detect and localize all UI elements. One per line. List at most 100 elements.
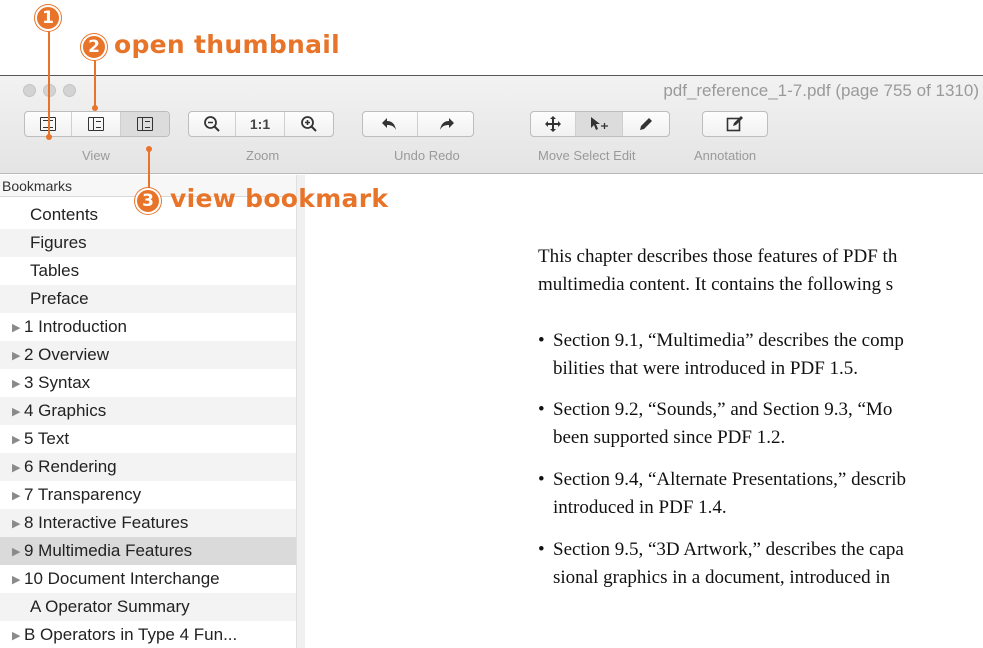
bookmark-item[interactable]: Preface <box>0 285 296 313</box>
bookmark-label: Figures <box>30 233 87 252</box>
bullet-paragraph: • Section 9.1, “Multimedia” describes the… <box>538 327 983 383</box>
bullet-paragraph: • Section 9.2, “Sounds,” and Section 9.3,… <box>538 396 983 452</box>
select-cursor-icon <box>591 117 608 130</box>
tool-mode-group <box>530 111 670 137</box>
bookmark-item[interactable]: ▶ 3 Syntax <box>0 369 296 397</box>
bookmarks-sidebar: Bookmarks Contents Figures Tables Prefac… <box>0 175 305 648</box>
zoom-in-button[interactable] <box>285 112 333 136</box>
disclosure-triangle-icon[interactable]: ▶ <box>12 370 24 397</box>
zoom-group-label: Zoom <box>246 148 280 163</box>
select-tool-button[interactable] <box>576 112 623 136</box>
bookmark-item[interactable]: Figures <box>0 229 296 257</box>
bullet-icon: • <box>538 330 545 351</box>
annotate-icon <box>726 116 743 132</box>
actual-size-button[interactable]: 1:1 <box>236 112 285 136</box>
close-window-button[interactable] <box>23 84 36 97</box>
zoom-out-button[interactable] <box>189 112 237 136</box>
zoom-window-button[interactable] <box>63 84 76 97</box>
callout-3-leader <box>148 150 150 190</box>
disclosure-triangle-icon[interactable]: ▶ <box>12 314 24 341</box>
undo-button[interactable] <box>363 112 419 136</box>
disclosure-triangle-icon[interactable]: ▶ <box>12 622 24 648</box>
bullet-line: Section 9.4, “Alternate Presentations,” … <box>553 469 906 490</box>
tool-mode-label: Move Select Edit <box>538 148 636 163</box>
bullet-paragraph: • Section 9.4, “Alternate Presentations,”… <box>538 466 983 522</box>
bookmark-item[interactable]: ▶ 1 Introduction <box>0 313 296 341</box>
bookmark-label: 4 Graphics <box>24 401 107 420</box>
annotation-label: Annotation <box>694 148 757 163</box>
callout-1-leader <box>48 24 50 139</box>
callout-3-badge: 3 <box>135 188 161 214</box>
bookmark-label: 3 Syntax <box>24 373 91 392</box>
bookmark-item[interactable]: ▶ 8 Interactive Features <box>0 509 296 537</box>
bullet-line: bilities that were introduced in PDF 1.5… <box>553 358 859 379</box>
bookmark-item[interactable]: ▶ 6 Rendering <box>0 453 296 481</box>
bookmark-item-selected[interactable]: ▶ 9 Multimedia Features <box>0 537 296 565</box>
disclosure-triangle-icon[interactable]: ▶ <box>12 538 24 565</box>
disclosure-triangle-icon[interactable]: ▶ <box>12 510 24 537</box>
annotation-button[interactable] <box>703 112 767 136</box>
disclosure-triangle-icon[interactable]: ▶ <box>12 426 24 453</box>
bullet-paragraph: • Section 9.5, “3D Artwork,” describes th… <box>538 536 983 592</box>
disclosure-triangle-icon[interactable]: ▶ <box>12 398 24 425</box>
bookmark-view-button[interactable] <box>120 112 169 136</box>
bookmark-label: 2 Overview <box>24 345 110 364</box>
bullet-icon: • <box>538 469 545 490</box>
bookmark-label: 5 Text <box>24 429 70 448</box>
disclosure-triangle-icon[interactable]: ▶ <box>12 342 24 369</box>
intro-line: This chapter describes those features of… <box>538 246 898 267</box>
bookmark-item[interactable]: Tables <box>0 257 296 285</box>
disclosure-triangle-icon[interactable]: ▶ <box>12 482 24 509</box>
bookmark-label: 7 Transparency <box>24 485 142 504</box>
move-icon <box>545 116 562 132</box>
bookmark-label: B Operators in Type 4 Fun... <box>24 625 238 644</box>
callout-1-badge: 1 <box>35 5 61 31</box>
zoom-in-icon <box>300 116 317 132</box>
move-tool-button[interactable] <box>531 112 577 136</box>
view-button-group <box>24 111 170 137</box>
view-group-label: View <box>82 148 110 163</box>
bookmark-label: Contents <box>30 205 99 224</box>
bookmark-label: 6 Rendering <box>24 457 117 476</box>
bullet-line: sional graphics in a document, introduce… <box>553 567 891 588</box>
callout-1-dot <box>46 134 52 140</box>
bookmark-label: 9 Multimedia Features <box>24 541 193 560</box>
bullet-line: been supported since PDF 1.2. <box>553 427 786 448</box>
bullet-line: introduced in PDF 1.4. <box>553 497 727 518</box>
intro-paragraph: This chapter describes those features of… <box>538 243 983 299</box>
callout-2-badge: 2 <box>81 34 107 60</box>
zoom-button-group: 1:1 <box>188 111 334 137</box>
bookmark-item[interactable]: ▶ 7 Transparency <box>0 481 296 509</box>
callout-2-leader <box>94 56 96 108</box>
bookmark-label: 1 Introduction <box>24 317 128 336</box>
undo-icon <box>382 118 396 130</box>
bookmark-item[interactable]: ▶ 5 Text <box>0 425 296 453</box>
callout-2-label: open thumbnail <box>114 30 341 59</box>
bullet-icon: • <box>538 399 545 420</box>
thumbnail-sidebar-icon <box>88 117 104 131</box>
bullet-line: Section 9.2, “Sounds,” and Section 9.3, … <box>553 399 893 420</box>
bookmark-item[interactable]: ▶ B Operators in Type 4 Fun... <box>0 621 296 648</box>
disclosure-triangle-icon[interactable]: ▶ <box>12 454 24 481</box>
callout-3-label: view bookmark <box>170 184 389 213</box>
bookmark-label: Preface <box>30 289 89 308</box>
disclosure-triangle-icon[interactable]: ▶ <box>12 566 24 593</box>
edit-tool-button[interactable] <box>623 112 669 136</box>
bookmark-item[interactable]: ▶ 2 Overview <box>0 341 296 369</box>
bullet-icon: • <box>538 539 545 560</box>
annotation-group <box>702 111 768 137</box>
intro-line: multimedia content. It contains the foll… <box>538 274 894 295</box>
zoom-out-icon <box>204 116 220 132</box>
bookmark-item[interactable]: A Operator Summary <box>0 593 296 621</box>
undo-redo-label: Undo Redo <box>394 148 460 163</box>
bookmark-label: 10 Document Interchange <box>24 569 220 588</box>
sidebar-scrollbar[interactable] <box>296 175 305 648</box>
actual-size-label: 1:1 <box>249 116 271 132</box>
redo-button[interactable] <box>418 112 473 136</box>
bookmark-item[interactable]: ▶ 4 Graphics <box>0 397 296 425</box>
pencil-icon <box>639 118 652 130</box>
thumbnail-view-button[interactable] <box>72 112 121 136</box>
window-title: pdf_reference_1-7.pdf (page 755 of 1310) <box>663 81 979 100</box>
bookmark-sidebar-icon <box>136 117 153 131</box>
bookmark-item[interactable]: ▶ 10 Document Interchange <box>0 565 296 593</box>
